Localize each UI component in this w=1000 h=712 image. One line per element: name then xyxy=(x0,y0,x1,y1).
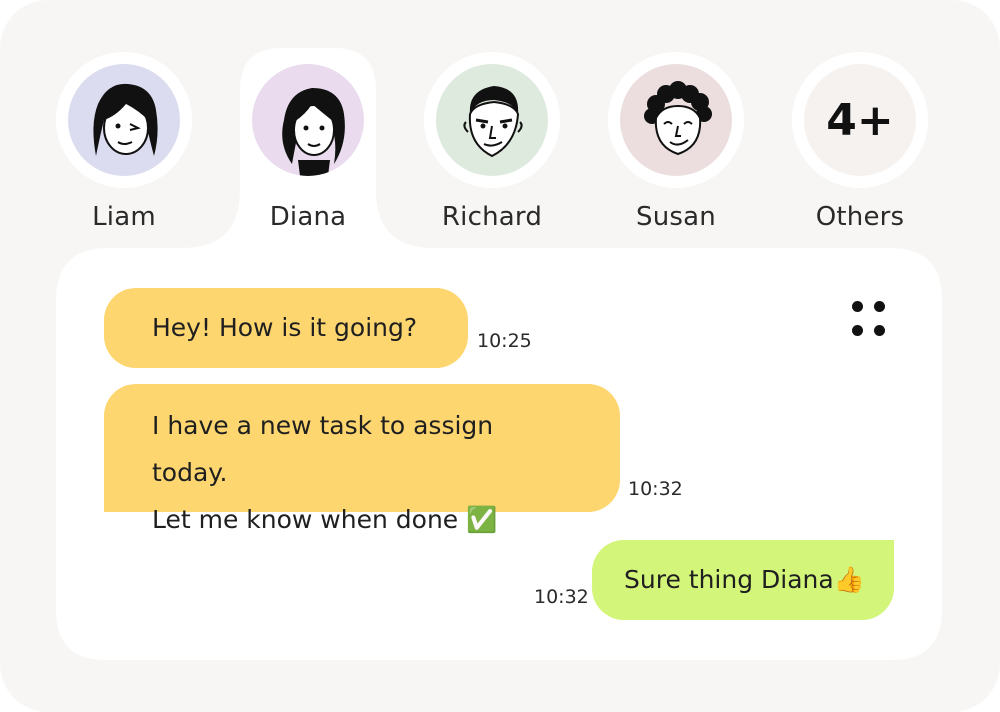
contact-liam[interactable]: Liam xyxy=(56,52,192,242)
incoming-message: Hey! How is it going? xyxy=(104,288,468,368)
avatar-ring xyxy=(608,52,744,188)
susan-avatar-icon xyxy=(644,81,712,156)
contact-richard[interactable]: Richard xyxy=(424,52,560,242)
contact-name: Richard xyxy=(441,202,543,232)
contact-name: Liam xyxy=(92,202,156,232)
four-dots-menu-icon[interactable] xyxy=(850,300,890,340)
diana-avatar xyxy=(252,64,364,176)
message-text: Let me know when done ✅ xyxy=(152,505,498,534)
contact-name: Susan xyxy=(636,202,716,232)
avatar-ring xyxy=(56,52,192,188)
contact-others[interactable]: 4+ Others xyxy=(792,52,928,242)
incoming-message: I have a new task to assign today. Let m… xyxy=(104,384,620,534)
message-text: I have a new task to assign today. xyxy=(152,411,494,487)
menu-dot xyxy=(852,301,863,312)
contact-susan[interactable]: Susan xyxy=(608,52,744,242)
avatar-ring: 4+ xyxy=(792,52,928,188)
liam-avatar-icon xyxy=(93,83,158,156)
message-text: Hey! How is it going? xyxy=(152,313,418,342)
menu-dot xyxy=(852,325,863,336)
message-time: 10:32 xyxy=(628,478,683,500)
avatar-ring xyxy=(424,52,560,188)
richard-avatar-icon xyxy=(463,86,523,158)
others-count-badge: 4+ xyxy=(804,64,916,176)
contact-name: Diana xyxy=(269,202,347,232)
diana-avatar-icon xyxy=(282,88,345,176)
chat-card: Liam Diana Richard Susan 4+ Others Hey! … xyxy=(0,0,1000,712)
message-time: 10:32 xyxy=(534,586,589,608)
susan-avatar xyxy=(620,64,732,176)
menu-dot xyxy=(874,301,885,312)
contact-name: Others xyxy=(815,202,905,232)
menu-dot xyxy=(874,325,885,336)
avatar-ring xyxy=(240,52,376,188)
others-count: 4+ xyxy=(826,94,894,146)
message-text: Sure thing Diana👍 xyxy=(624,565,865,594)
message-time: 10:25 xyxy=(477,330,532,352)
contact-diana[interactable]: Diana xyxy=(240,52,376,242)
outgoing-message: Sure thing Diana👍 xyxy=(592,540,894,620)
liam-avatar xyxy=(68,64,180,176)
richard-avatar xyxy=(436,64,548,176)
